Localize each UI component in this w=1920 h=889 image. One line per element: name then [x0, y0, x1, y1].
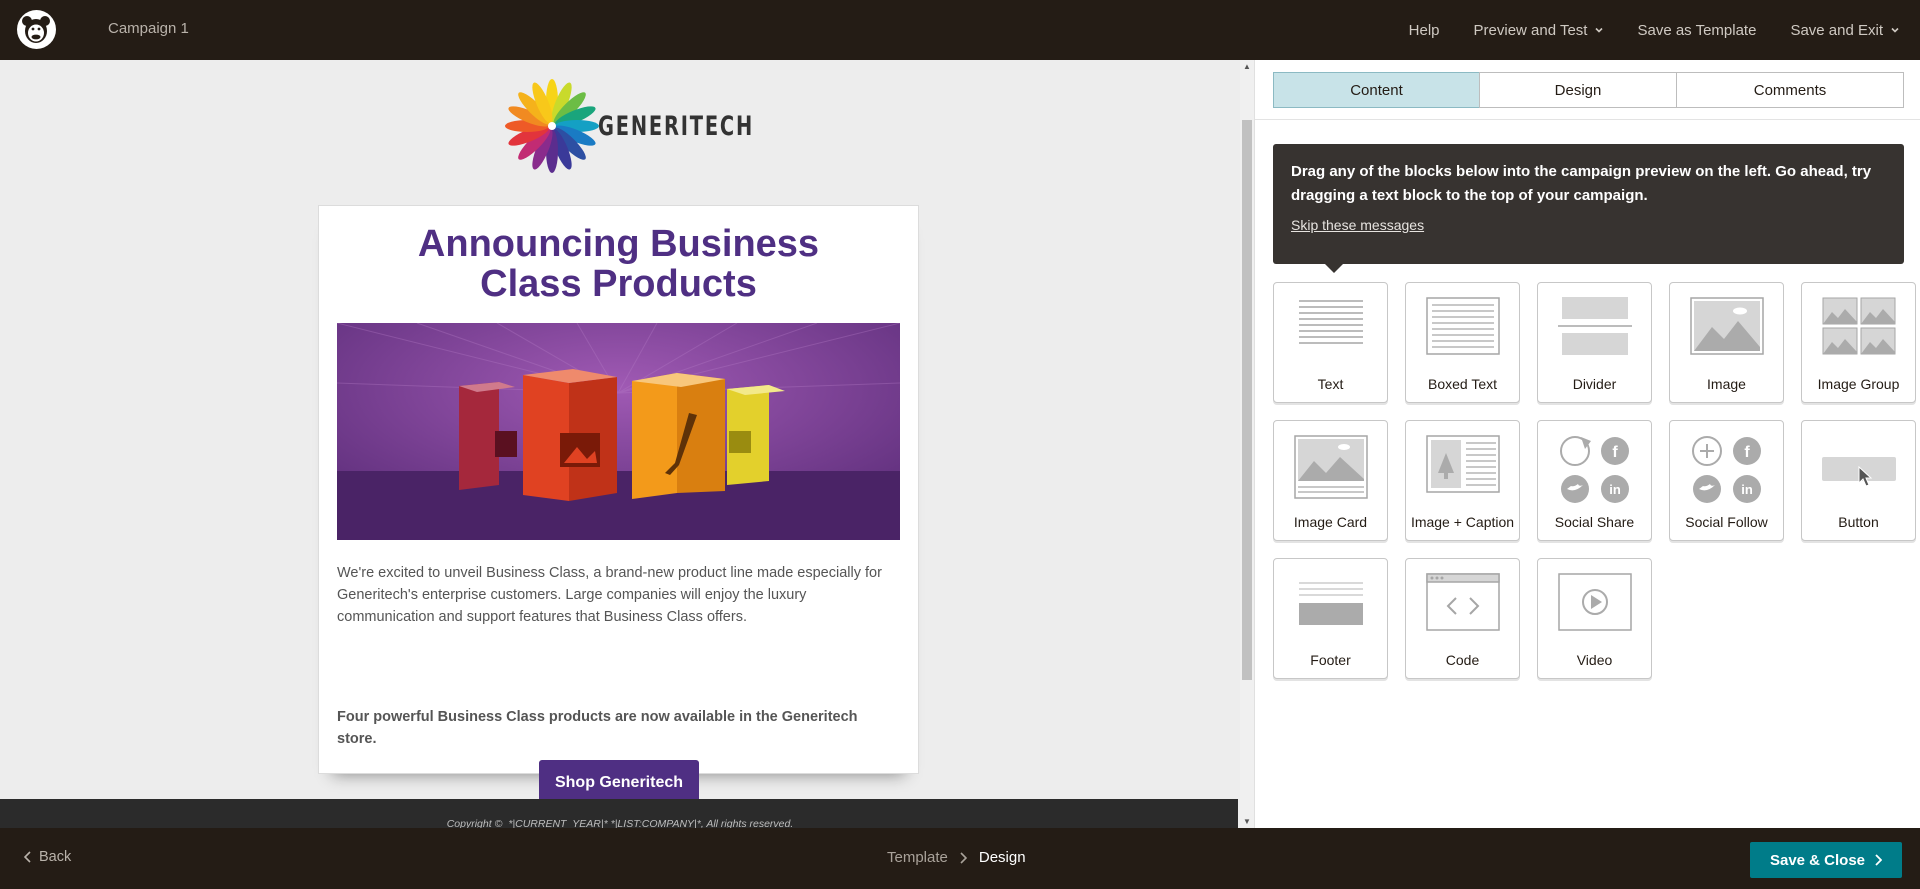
block-label: Text	[1317, 376, 1344, 392]
image-card-block-icon	[1293, 435, 1368, 499]
block-label: Boxed Text	[1427, 376, 1497, 392]
svg-text:f: f	[1744, 444, 1750, 461]
back-label: Back	[39, 849, 72, 865]
scroll-down-icon[interactable]: ▼	[1243, 817, 1251, 826]
image-caption-block-icon	[1425, 435, 1500, 493]
video-block-icon	[1557, 573, 1632, 631]
copyright-merge-tags: *|CURRENT_YEAR|* *|LIST:COMPANY|*, All r…	[508, 818, 794, 828]
campaign-name[interactable]: Campaign 1	[108, 20, 189, 37]
editor-panel: Content Design Comments Drag any of the …	[1254, 60, 1920, 828]
svg-text:f: f	[1612, 444, 1618, 461]
mailchimp-logo-icon[interactable]	[17, 10, 56, 49]
skip-messages-link[interactable]: Skip these messages	[1291, 217, 1424, 233]
block-image-group[interactable]: Image Group	[1801, 282, 1916, 403]
save-as-template-label: Save as Template	[1637, 21, 1757, 39]
chevron-right-icon	[1875, 854, 1883, 866]
top-nav: Help Preview and Test Save as Template S…	[1375, 0, 1899, 60]
text-block-icon	[1298, 300, 1363, 344]
block-boxed-text[interactable]: Boxed Text	[1405, 282, 1520, 403]
code-block-icon	[1425, 573, 1500, 631]
generitech-flower-logo-icon	[505, 79, 599, 173]
email-headline[interactable]: Announcing Business Class Products	[319, 224, 918, 304]
help-tooltip: Drag any of the blocks below into the ca…	[1273, 144, 1904, 273]
hero-image[interactable]	[337, 323, 900, 540]
tooltip-pointer	[1325, 264, 1343, 273]
block-label: Image Group	[1817, 376, 1900, 392]
chevron-right-icon	[960, 851, 967, 864]
copyright-label: Copyright ©	[446, 818, 503, 828]
block-button[interactable]: Button	[1801, 420, 1916, 541]
email-copyright: Copyright © *|CURRENT_YEAR|* *|LIST:COMPA…	[0, 818, 1238, 828]
svg-text:in: in	[1741, 482, 1753, 497]
footer-block-icon	[1298, 582, 1363, 625]
tabs-divider	[1255, 119, 1920, 120]
block-social-share[interactable]: f in Social Share	[1537, 420, 1652, 541]
help-label: Help	[1408, 21, 1440, 39]
top-bar: Campaign 1 Help Preview and Test Save as…	[0, 0, 1920, 60]
social-follow-block-icon: f in	[1691, 436, 1761, 503]
headline-line-2: Class Products	[480, 263, 757, 305]
block-label: Image Card	[1293, 514, 1368, 530]
tooltip-text: Drag any of the blocks below into the ca…	[1291, 163, 1872, 204]
block-label: Button	[1838, 514, 1879, 530]
chevron-left-icon	[24, 851, 31, 863]
save-and-exit-label: Save and Exit	[1790, 21, 1883, 39]
boxed-text-block-icon	[1425, 297, 1500, 355]
chevron-down-icon	[1595, 27, 1604, 33]
preview-and-test-label: Preview and Test	[1473, 21, 1588, 39]
preview-and-test-menu[interactable]: Preview and Test	[1474, 22, 1604, 39]
block-text[interactable]: Text	[1273, 282, 1388, 403]
email-highlight-paragraph[interactable]: Four powerful Business Class products ar…	[337, 706, 897, 750]
save-and-exit-menu[interactable]: Save and Exit	[1790, 22, 1899, 39]
scroll-up-icon[interactable]: ▲	[1243, 62, 1251, 71]
block-code[interactable]: Code	[1405, 558, 1520, 679]
block-image-caption[interactable]: Image + Caption	[1405, 420, 1520, 541]
breadcrumb-template[interactable]: Template	[887, 849, 948, 866]
block-label: Divider	[1572, 376, 1617, 392]
breadcrumb-design: Design	[978, 849, 1026, 866]
svg-text:in: in	[1609, 482, 1621, 497]
campaign-preview[interactable]: GENERITECH Announcing Business Class Pro…	[0, 60, 1240, 828]
button-block-icon	[1821, 457, 1896, 487]
brand-name: GENERITECH	[598, 110, 755, 142]
panel-tabs: Content Design Comments	[1273, 72, 1904, 108]
scrollbar-thumb[interactable]	[1242, 120, 1252, 680]
block-label: Footer	[1310, 652, 1351, 668]
social-share-block-icon: f in	[1559, 436, 1629, 503]
block-image-card[interactable]: Image Card	[1273, 420, 1388, 541]
block-label: Video	[1576, 652, 1613, 668]
block-image[interactable]: Image	[1669, 282, 1784, 403]
image-group-block-icon	[1822, 297, 1895, 355]
tab-design[interactable]: Design	[1479, 72, 1677, 108]
email-body-card[interactable]: Announcing Business Class Products We're…	[318, 205, 919, 805]
help-link[interactable]: Help	[1409, 22, 1440, 39]
preview-scrollbar[interactable]: ▲ ▼	[1240, 60, 1254, 828]
block-label: Image + Caption	[1410, 514, 1515, 530]
block-video[interactable]: Video	[1537, 558, 1652, 679]
chevron-down-icon	[1891, 27, 1899, 33]
breadcrumb: Template Design	[887, 849, 1026, 866]
save-as-template-link[interactable]: Save as Template	[1637, 22, 1756, 39]
back-button[interactable]: Back	[24, 849, 71, 865]
block-label: Social Follow	[1685, 514, 1768, 530]
brand-header: GENERITECH	[502, 76, 815, 176]
email-paragraph[interactable]: We're excited to unveil Business Class, …	[337, 562, 897, 628]
tab-comments[interactable]: Comments	[1676, 72, 1904, 108]
block-divider[interactable]: Divider	[1537, 282, 1652, 403]
block-footer[interactable]: Footer	[1273, 558, 1388, 679]
block-label: Code	[1445, 652, 1480, 668]
tab-content[interactable]: Content	[1273, 72, 1480, 108]
block-social-follow[interactable]: f in Social Follow	[1669, 420, 1784, 541]
block-label: Social Share	[1554, 514, 1635, 530]
divider-block-icon	[1557, 297, 1632, 355]
save-close-label: Save & Close	[1769, 851, 1866, 869]
save-and-close-button[interactable]: Save & Close	[1750, 842, 1902, 878]
image-block-icon	[1689, 297, 1764, 355]
headline-line-1: Announcing Business	[417, 223, 820, 265]
block-label: Image	[1707, 376, 1746, 392]
bottom-bar: Back Template Design Save & Close	[0, 828, 1920, 889]
